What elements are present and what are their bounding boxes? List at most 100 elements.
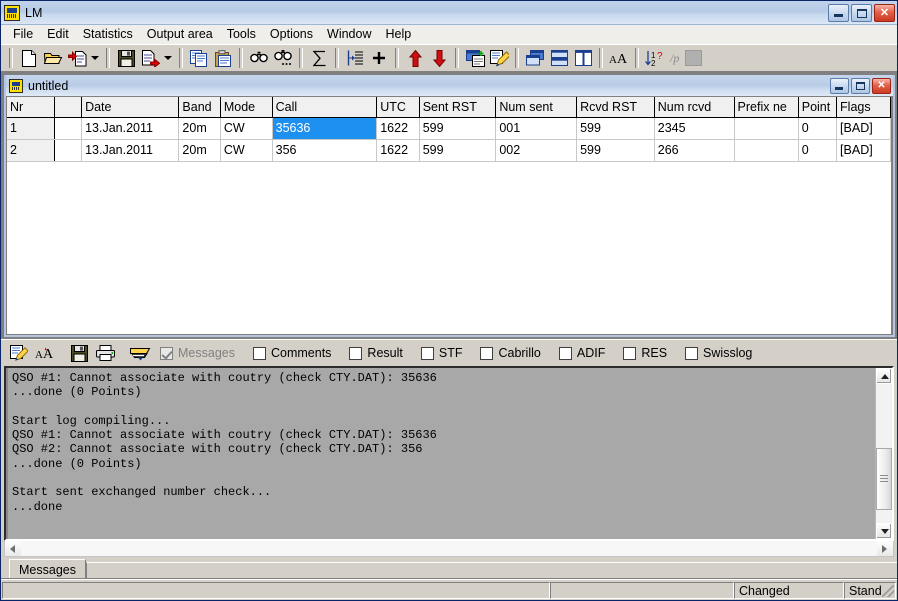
cell-utc[interactable]: 1622	[376, 139, 420, 162]
table-row[interactable]: 1 13.Jan.2011 20m CW 35636 1622 599 001 …	[7, 117, 891, 140]
checkbox-cabrillo-box[interactable]	[480, 346, 494, 360]
cell-num-sent[interactable]: 001	[495, 117, 578, 140]
checkbox-res[interactable]: RES	[623, 346, 667, 360]
move-down-icon[interactable]	[427, 47, 451, 70]
open-folder-icon[interactable]	[41, 47, 65, 70]
close-button[interactable]: ✕	[874, 3, 895, 22]
scroll-down-icon[interactable]	[876, 523, 892, 539]
cell-prefix[interactable]	[734, 117, 799, 140]
cell-sent-rst[interactable]: 599	[419, 139, 497, 162]
save-icon[interactable]	[114, 47, 138, 70]
checkbox-adif-box[interactable]	[558, 346, 572, 360]
checkbox-cabrillo[interactable]: Cabrillo	[480, 346, 541, 360]
column-header-point[interactable]: Point	[798, 97, 838, 118]
menu-item-options[interactable]: Options	[263, 25, 320, 44]
import-file-icon[interactable]	[65, 47, 89, 70]
font-icon[interactable]: AA	[32, 342, 57, 364]
cell-blank[interactable]	[54, 117, 83, 140]
checkbox-comments-box[interactable]	[252, 346, 266, 360]
clear-output-icon[interactable]	[128, 342, 153, 364]
print-icon[interactable]	[93, 342, 118, 364]
scroll-right-icon[interactable]	[877, 541, 893, 556]
checkbox-messages-box[interactable]	[160, 346, 173, 360]
cell-nr[interactable]: 1	[7, 117, 56, 140]
scroll-track[interactable]	[876, 384, 892, 523]
export-dropdown-arrow-icon[interactable]	[162, 47, 175, 70]
column-header-mode[interactable]: Mode	[220, 97, 273, 118]
column-header-blank[interactable]	[54, 97, 83, 118]
checkbox-result[interactable]: Result	[349, 346, 403, 360]
checkbox-res-box[interactable]	[623, 346, 637, 360]
new-file-icon[interactable]	[17, 47, 41, 70]
cell-utc[interactable]: 1622	[376, 117, 420, 140]
column-header-num-sent[interactable]: Num sent	[495, 97, 578, 118]
column-header-num-rcvd[interactable]: Num rcvd	[654, 97, 735, 118]
color-swatch-icon[interactable]	[685, 50, 703, 66]
menu-item-window[interactable]: Window	[320, 25, 378, 44]
checkbox-messages[interactable]: Messages	[160, 346, 235, 360]
cell-num-rcvd[interactable]: 2345	[654, 117, 735, 140]
menu-item-tools[interactable]: Tools	[220, 25, 263, 44]
cell-flags[interactable]: [BAD]	[836, 117, 891, 140]
edit-record-icon[interactable]	[487, 47, 511, 70]
cell-call[interactable]: 356	[272, 139, 378, 162]
import-dropdown-arrow-icon[interactable]	[89, 47, 102, 70]
tile-horizontal-icon[interactable]	[547, 47, 571, 70]
scroll-thumb[interactable]	[876, 447, 892, 510]
cell-band[interactable]: 20m	[178, 139, 221, 162]
checkbox-swisslog-box[interactable]	[685, 346, 699, 360]
cell-rcvd-rst[interactable]: 599	[576, 139, 655, 162]
tab-messages[interactable]: Messages	[9, 559, 86, 578]
cell-num-sent[interactable]: 002	[495, 139, 578, 162]
cell-sent-rst[interactable]: 599	[419, 117, 497, 140]
cell-flags[interactable]: [BAD]	[836, 139, 891, 162]
sum-icon[interactable]	[307, 47, 331, 70]
cascade-windows-icon[interactable]	[523, 47, 547, 70]
checkbox-comments[interactable]: Comments	[252, 346, 331, 360]
output-horizontal-scrollbar[interactable]	[4, 541, 894, 557]
cell-point[interactable]: 0	[798, 117, 838, 140]
cell-date[interactable]: 13.Jan.2011	[81, 117, 180, 140]
menu-item-output-area[interactable]: Output area	[140, 25, 220, 44]
checkbox-adif[interactable]: ADIF	[558, 346, 605, 360]
checkbox-stf-box[interactable]	[420, 346, 434, 360]
cell-blank[interactable]	[54, 139, 83, 162]
menu-item-help[interactable]: Help	[378, 25, 418, 44]
column-header-utc[interactable]: UTC	[376, 97, 420, 118]
column-header-rcvd-rst[interactable]: Rcvd RST	[576, 97, 655, 118]
column-header-date[interactable]: Date	[81, 97, 180, 118]
find-next-icon[interactable]	[271, 47, 295, 70]
cell-mode[interactable]: CW	[220, 117, 273, 140]
column-header-call[interactable]: Call	[272, 97, 378, 118]
column-header-nr[interactable]: Nr	[7, 97, 56, 118]
cell-rcvd-rst[interactable]: 599	[576, 117, 655, 140]
cell-prefix[interactable]	[734, 139, 799, 162]
maximize-button[interactable]	[851, 3, 872, 22]
minimize-button[interactable]	[828, 3, 849, 22]
cell-mode[interactable]: CW	[220, 139, 273, 162]
menu-item-edit[interactable]: Edit	[40, 25, 76, 44]
sort-icon[interactable]: 1 2?	[643, 47, 667, 70]
cell-nr[interactable]: 2	[7, 139, 56, 162]
child-close-button[interactable]: ✕	[872, 77, 891, 94]
scroll-up-icon[interactable]	[876, 368, 892, 384]
column-header-sent-rst[interactable]: Sent RST	[419, 97, 497, 118]
table-row[interactable]: 2 13.Jan.2011 20m CW 356 1622 599 002 59…	[7, 139, 891, 162]
output-vertical-scrollbar[interactable]	[875, 368, 892, 539]
checkbox-swisslog[interactable]: Swisslog	[685, 346, 752, 360]
find-icon[interactable]	[247, 47, 271, 70]
checkbox-stf[interactable]: STF	[420, 346, 462, 360]
save-output-icon[interactable]	[67, 342, 92, 364]
export-file-icon[interactable]	[138, 47, 162, 70]
menu-item-statistics[interactable]: Statistics	[76, 25, 140, 44]
add-icon[interactable]	[367, 47, 391, 70]
tile-vertical-icon[interactable]	[571, 47, 595, 70]
scroll-track-horizontal[interactable]	[21, 541, 877, 556]
edit-output-icon[interactable]	[6, 342, 31, 364]
checkbox-result-box[interactable]	[349, 346, 363, 360]
new-record-icon[interactable]	[463, 47, 487, 70]
column-header-band[interactable]: Band	[178, 97, 221, 118]
copy-icon[interactable]	[187, 47, 211, 70]
insert-row-icon[interactable]	[343, 47, 367, 70]
cell-band[interactable]: 20m	[178, 117, 221, 140]
